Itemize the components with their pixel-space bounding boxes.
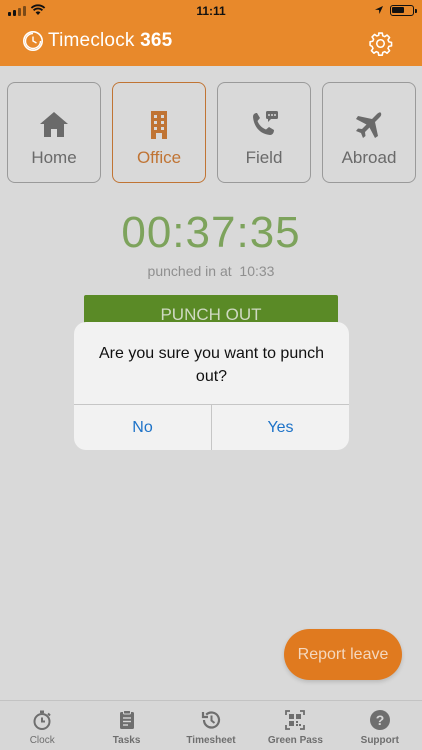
field-phone-icon bbox=[253, 111, 278, 135]
dialog-actions: No Yes bbox=[74, 404, 349, 450]
tab-green-pass-label: Green Pass bbox=[267, 735, 323, 746]
brand-prefix: Timeclock bbox=[48, 30, 135, 51]
clock-logo-icon bbox=[23, 31, 43, 51]
tab-clock[interactable]: Clock bbox=[0, 701, 84, 750]
dialog-no-button[interactable]: No bbox=[74, 405, 211, 450]
battery-icon bbox=[390, 5, 417, 16]
brand-suffix: 365 bbox=[140, 30, 173, 51]
svg-text:?: ? bbox=[376, 712, 385, 728]
history-icon bbox=[201, 711, 221, 729]
mode-home-button[interactable]: Home bbox=[7, 82, 101, 183]
tab-timesheet[interactable]: Timesheet bbox=[169, 701, 253, 750]
gear-icon[interactable] bbox=[368, 31, 393, 56]
tab-tasks-label: Tasks bbox=[112, 735, 141, 746]
tab-green-pass[interactable]: Green Pass bbox=[253, 701, 337, 750]
location-arrow-icon bbox=[375, 6, 383, 14]
tab-support-label: Support bbox=[360, 735, 399, 746]
punched-in-info: punched in at 10:33 bbox=[0, 263, 422, 279]
bottom-tab-bar: Clock Tasks Timesheet Green Pass ? Suppo… bbox=[0, 700, 422, 750]
mode-office-label: Office bbox=[136, 148, 182, 167]
app-brand: Timeclock 365 bbox=[22, 30, 172, 52]
tab-tasks[interactable]: Tasks bbox=[84, 701, 168, 750]
clipboard-icon bbox=[119, 710, 134, 729]
tab-support[interactable]: ? Support bbox=[338, 701, 422, 750]
punched-in-label: punched in at bbox=[147, 263, 232, 279]
mode-field-label: Field bbox=[245, 148, 283, 167]
confirm-dialog: Are you sure you want to punch out? No Y… bbox=[74, 322, 349, 450]
status-bar: 11:11 bbox=[0, 0, 422, 22]
qr-code-icon bbox=[285, 710, 306, 730]
mode-home-label: Home bbox=[31, 148, 77, 167]
report-leave-button[interactable]: Report leave bbox=[284, 629, 402, 680]
stopwatch-icon bbox=[33, 710, 51, 730]
home-icon bbox=[40, 112, 68, 137]
status-time: 11:11 bbox=[196, 4, 226, 18]
mode-abroad-label: Abroad bbox=[341, 148, 397, 167]
punched-in-time: 10:33 bbox=[239, 263, 275, 279]
mode-office-button[interactable]: Office bbox=[112, 82, 206, 183]
app-header: Timeclock 365 bbox=[0, 22, 422, 66]
airplane-icon bbox=[356, 112, 382, 138]
elapsed-timer: 00:37:35 bbox=[121, 208, 301, 257]
office-building-icon bbox=[151, 111, 167, 139]
dialog-yes-button[interactable]: Yes bbox=[211, 405, 349, 450]
work-mode-selector: Home Office Field Abroad bbox=[7, 82, 416, 183]
brand-name: Timeclock 365 bbox=[48, 30, 172, 52]
tab-timesheet-label: Timesheet bbox=[186, 735, 236, 746]
mode-field-button[interactable]: Field bbox=[217, 82, 311, 183]
mode-abroad-button[interactable]: Abroad bbox=[322, 82, 416, 183]
tab-clock-label: Clock bbox=[29, 735, 55, 746]
dialog-message: Are you sure you want to punch out? bbox=[98, 345, 325, 385]
help-icon: ? bbox=[369, 710, 390, 730]
